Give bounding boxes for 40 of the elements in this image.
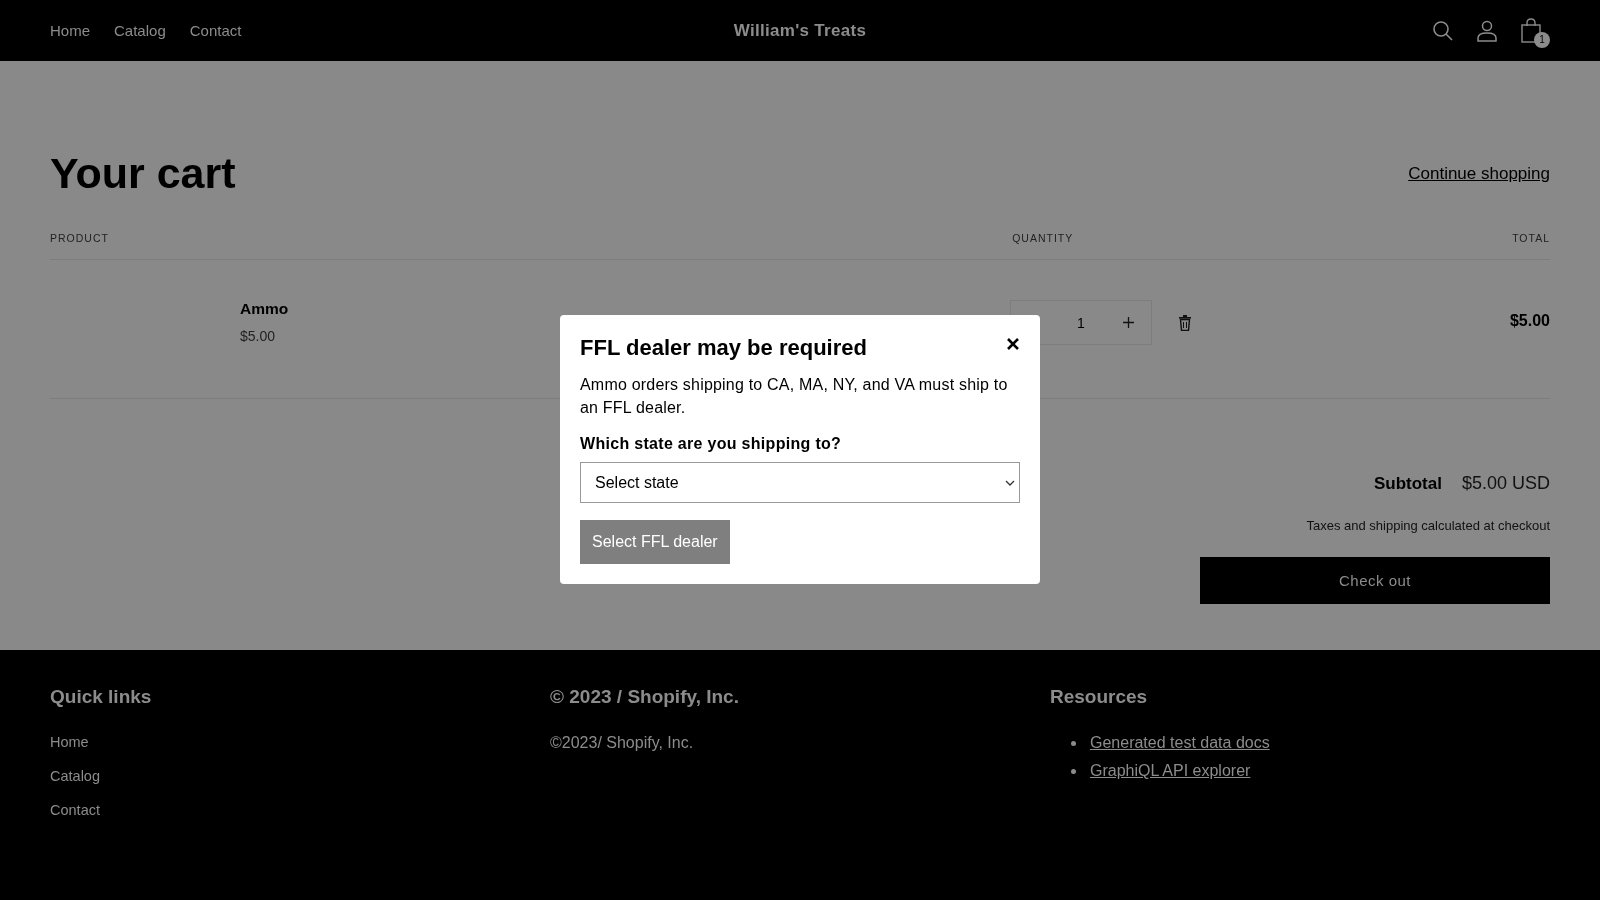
footer-heading: Quick links: [50, 686, 153, 708]
bullet-icon: [1071, 768, 1076, 774]
select-dealer-button[interactable]: Select FFL dealer: [580, 520, 730, 564]
footer-link[interactable]: Contact: [50, 802, 550, 818]
column-header: PRODUCT: [50, 232, 110, 244]
nav-link[interactable]: Catalog: [114, 22, 166, 39]
plus-icon[interactable]: [1122, 317, 1134, 328]
column-header: QUANTITY: [1012, 232, 1075, 244]
account-icon[interactable]: [1476, 19, 1498, 42]
store-name[interactable]: William's Treats: [733, 20, 867, 41]
bag-icon[interactable]: [1520, 17, 1542, 44]
continue-shopping-link[interactable]: Continue shopping: [1408, 163, 1550, 184]
product-name[interactable]: Ammo: [240, 300, 1010, 318]
field-label: Which state are you shipping to?: [580, 435, 843, 453]
cart-count-badge: 1: [1534, 31, 1550, 48]
footer-heading: Resources: [1050, 686, 1149, 708]
modal-message: Ammo orders shipping to CA, MA, NY, and VA must ship to an FFL dealer.: [580, 375, 1009, 418]
close-icon[interactable]: [1006, 337, 1020, 351]
resource-link[interactable]: GraphiQL API explorer: [1090, 762, 1251, 780]
nav-link[interactable]: Home: [50, 22, 90, 39]
tax-note: Taxes and shipping calculated at checkout: [1306, 518, 1550, 533]
subtotal-label: Subtotal: [1373, 474, 1442, 494]
search-icon[interactable]: [1432, 19, 1454, 42]
subtotal-value: $5.00 USD: [1461, 473, 1550, 494]
copyright-text: ©2023/ Shopify, Inc.: [550, 734, 695, 752]
footer-link[interactable]: Catalog: [50, 768, 550, 784]
checkout-button[interactable]: Check out: [1200, 557, 1550, 604]
page-title: Your cart: [50, 149, 236, 198]
chevron-down-icon: [1005, 479, 1015, 486]
line-total: $5.00: [1509, 312, 1550, 330]
trash-icon[interactable]: [1177, 314, 1192, 331]
footer-link[interactable]: Home: [50, 734, 550, 750]
footer-heading: © 2023 / Shopify, Inc.: [550, 686, 740, 708]
state-select[interactable]: Select state: [580, 462, 1020, 503]
nav-link[interactable]: Contact: [189, 22, 242, 39]
column-header: TOTAL: [1512, 232, 1550, 244]
resource-link[interactable]: Generated test data docs: [1090, 734, 1270, 752]
product-price: $5.00: [240, 328, 277, 344]
modal-title: FFL dealer may be required: [580, 335, 868, 361]
bullet-icon: [1071, 740, 1076, 746]
